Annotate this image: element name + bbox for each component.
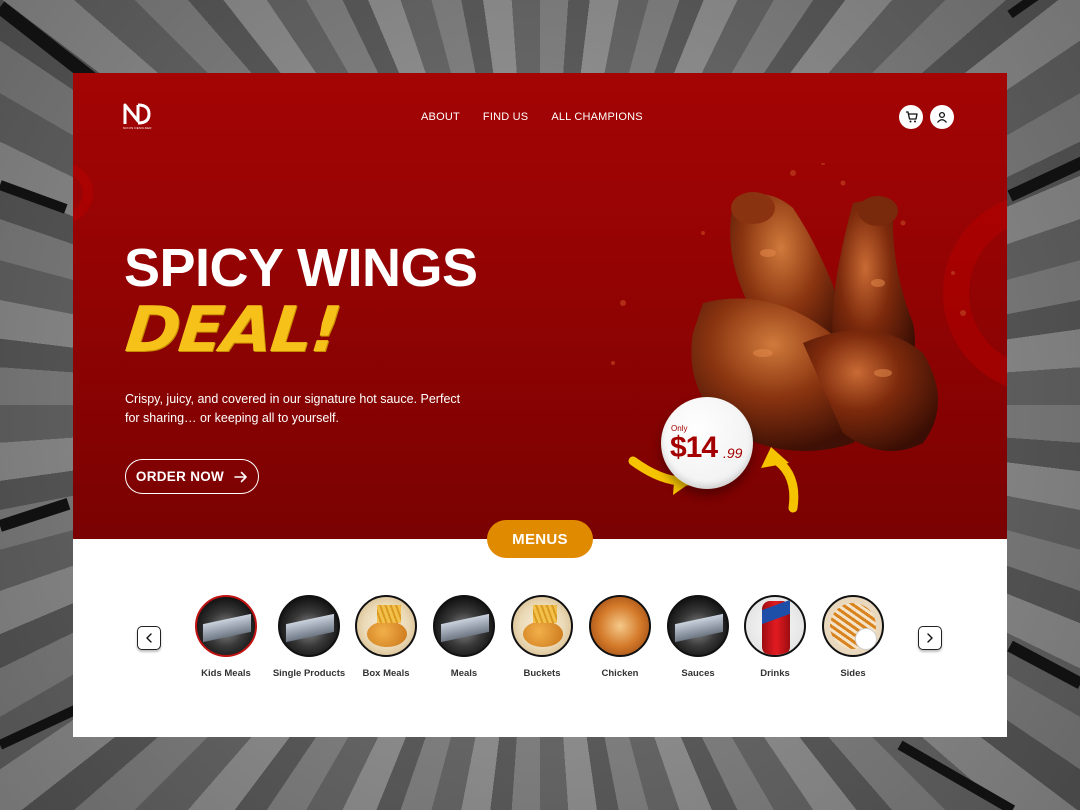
category-image <box>433 595 495 657</box>
category-drinks[interactable]: Drinks <box>735 595 815 679</box>
category-single-products[interactable]: Single Products <box>269 595 349 679</box>
category-label: Box Meals <box>362 668 410 679</box>
user-icon <box>936 111 948 123</box>
category-label: Sauces <box>681 668 715 679</box>
background-spike <box>0 180 68 214</box>
category-label: Meals <box>450 668 478 679</box>
nav-find-us[interactable]: FIND US <box>483 111 528 123</box>
cart-icon <box>905 111 918 123</box>
logo-tagline: NIKOS DESIGNER <box>123 126 152 130</box>
price-badge: Only $14 .99 <box>661 397 753 489</box>
background-spike <box>1007 0 1079 19</box>
background-spike <box>1007 640 1080 689</box>
category-image <box>511 595 573 657</box>
hero-description: Crispy, juicy, and covered in our signat… <box>125 392 461 425</box>
cart-button[interactable] <box>899 105 923 129</box>
carousel-prev-button[interactable] <box>137 626 161 650</box>
background-spike <box>0 498 71 532</box>
price-cents: .99 <box>723 445 743 461</box>
category-image <box>195 595 257 657</box>
category-image <box>822 595 884 657</box>
category-image <box>667 595 729 657</box>
logo-mark-icon <box>123 103 151 125</box>
account-button[interactable] <box>930 105 954 129</box>
menus-heading: MENUS <box>487 520 593 558</box>
category-image <box>744 595 806 657</box>
carousel-next-button[interactable] <box>918 626 942 650</box>
price-amount: $14 <box>670 431 718 464</box>
hero-section: NIKOS DESIGNER ABOUT FIND US ALL CHAMPIO… <box>73 73 1007 539</box>
main-nav: ABOUT FIND US ALL CHAMPIONS <box>421 111 643 123</box>
category-box-meals[interactable]: Box Meals <box>346 595 426 679</box>
arrow-right-icon <box>234 471 247 482</box>
category-sauces[interactable]: Sauces <box>658 595 738 679</box>
chevron-right-icon <box>927 633 933 643</box>
category-meals[interactable]: Meals <box>424 595 504 679</box>
spicy-wings-image <box>611 163 966 513</box>
hero-title-highlight: DEAL! <box>122 292 344 367</box>
category-image <box>355 595 417 657</box>
order-now-button[interactable]: ORDER NOW <box>125 459 259 494</box>
brand-logo[interactable]: NIKOS DESIGNER <box>123 103 157 133</box>
chevron-left-icon <box>146 633 152 643</box>
nav-all-champions[interactable]: ALL CHAMPIONS <box>551 111 642 123</box>
category-label: Single Products <box>272 668 346 679</box>
category-image <box>278 595 340 657</box>
category-buckets[interactable]: Buckets <box>502 595 582 679</box>
category-sides[interactable]: Sides <box>813 595 893 679</box>
category-label: Sides <box>840 668 866 679</box>
category-label: Chicken <box>601 668 639 679</box>
nav-about[interactable]: ABOUT <box>421 111 460 123</box>
category-label: Kids Meals <box>201 668 251 679</box>
category-image <box>589 595 651 657</box>
landing-page: NIKOS DESIGNER ABOUT FIND US ALL CHAMPIO… <box>73 73 1007 737</box>
order-now-label: ORDER NOW <box>135 469 225 484</box>
decor-ring <box>73 163 93 223</box>
category-label: Drinks <box>760 668 790 679</box>
hero-title: SPICY WINGS <box>124 238 478 298</box>
category-kids-meals[interactable]: Kids Meals <box>186 595 266 679</box>
background-spike <box>1007 156 1080 202</box>
category-chicken[interactable]: Chicken <box>580 595 660 679</box>
background-spike <box>897 740 1016 810</box>
category-label: Buckets <box>523 668 561 679</box>
